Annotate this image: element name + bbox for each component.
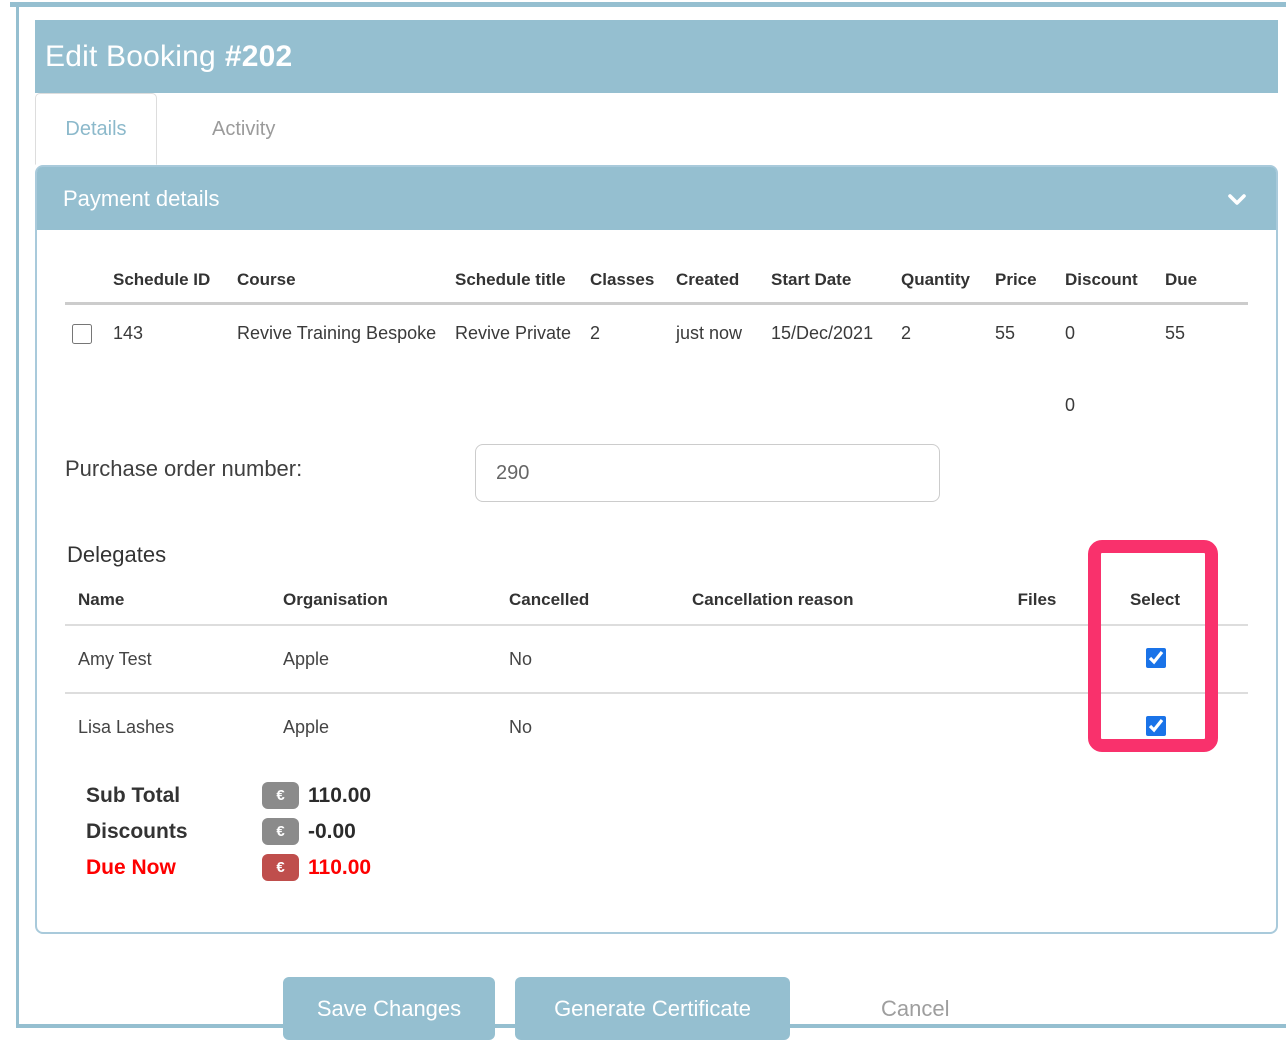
total-amount: 110.00 [308,856,371,880]
table-cell [771,367,901,434]
table-cell: Amy Test [65,625,283,693]
table-cell [113,367,237,434]
column-header: Start Date [771,230,901,304]
edit-booking-page: Edit Booking #202 Details Activity Payme… [35,20,1278,1040]
page-border-top [10,2,1286,7]
table-cell [590,367,676,434]
table-cell: just now [676,304,771,368]
total-label: Sub Total [65,784,262,808]
column-header: Created [676,230,771,304]
delegates-table-header-row: NameOrganisationCancelledCancellation re… [65,582,1248,625]
table-cell: 2 [590,304,676,368]
column-header: Select [1092,582,1248,625]
delegates-section: Delegates NameOrganisationCancelledCance… [65,542,1248,760]
table-cell: Apple [283,693,509,760]
table-cell [692,693,982,760]
page-border-left [16,6,19,1027]
column-header: Classes [590,230,676,304]
table-cell: Revive Private [455,304,590,368]
column-header: Name [65,582,283,625]
table-cell: 55 [995,304,1065,368]
column-header: Files [982,582,1092,625]
total-amount: -0.00 [308,820,356,844]
chevron-down-icon[interactable] [1224,186,1250,212]
table-cell [1092,693,1248,760]
table-cell [455,367,590,434]
cancel-button[interactable]: Cancel [875,995,955,1023]
column-header: Course [237,230,455,304]
column-header [65,230,113,304]
table-row: Lisa LashesAppleNo [65,693,1248,760]
totals-section: Sub Total€110.00Discounts€-0.00Due Now€1… [65,782,1248,881]
booking-number: #202 [225,40,293,74]
total-amount: 110.00 [308,784,371,808]
column-header: Cancellation reason [692,582,982,625]
schedule-select-checkbox[interactable] [72,324,92,344]
purchase-order-row: Purchase order number: [65,444,1248,502]
page-title: Edit Booking #202 [35,20,1278,93]
table-cell [692,625,982,693]
tab-activity[interactable]: Activity [182,93,305,165]
table-cell [995,367,1065,434]
column-header: Discount [1065,230,1165,304]
total-label: Due Now [65,856,262,880]
column-header: Schedule title [455,230,590,304]
tab-bar: Details Activity [35,93,1278,165]
purchase-order-input[interactable] [475,444,940,502]
table-cell: 0 [1065,367,1165,434]
table-row: 143Revive Training BespokeRevive Private… [65,304,1248,368]
euro-icon: € [262,818,299,845]
delegate-select-checkbox[interactable] [1146,648,1166,668]
payment-table: Schedule IDCourseSchedule titleClassesCr… [65,230,1248,434]
purchase-order-label: Purchase order number: [65,456,475,482]
table-cell: No [509,693,692,760]
table-cell [901,367,995,434]
panel-body: Schedule IDCourseSchedule titleClassesCr… [37,230,1276,932]
table-cell: 0 [1065,304,1165,368]
panel-header[interactable]: Payment details [37,167,1276,230]
total-label: Discounts [65,820,262,844]
table-cell: 15/Dec/2021 [771,304,901,368]
table-cell: 2 [901,304,995,368]
generate-certificate-button[interactable]: Generate Certificate [515,977,790,1040]
save-changes-button[interactable]: Save Changes [283,977,495,1040]
delegates-table: NameOrganisationCancelledCancellation re… [65,582,1248,760]
delegates-heading: Delegates [67,542,1248,568]
euro-icon: € [262,854,299,881]
table-cell [65,367,113,434]
total-row: Discounts€ -0.00 [65,818,1248,845]
table-cell [1165,367,1248,434]
column-header: Organisation [283,582,509,625]
table-cell [237,367,455,434]
page-title-text: Edit Booking [45,40,216,74]
payment-details-panel: Payment details Schedule IDCourseSchedul… [35,165,1278,934]
footer-actions: Save Changes Generate Certificate Cancel [283,977,1278,1040]
column-header: Quantity [901,230,995,304]
euro-icon: € [262,782,299,809]
tab-details[interactable]: Details [35,93,157,165]
table-row: Amy TestAppleNo [65,625,1248,693]
column-header: Price [995,230,1065,304]
table-cell [982,625,1092,693]
table-cell: 143 [113,304,237,368]
table-cell: Lisa Lashes [65,693,283,760]
total-row: Sub Total€110.00 [65,782,1248,809]
table-cell: Apple [283,625,509,693]
delegate-select-checkbox[interactable] [1146,716,1166,736]
column-header: Schedule ID [113,230,237,304]
table-cell: 55 [1165,304,1248,368]
column-header: Due [1165,230,1248,304]
table-cell: No [509,625,692,693]
panel-header-label: Payment details [63,186,220,212]
total-row: Due Now€110.00 [65,854,1248,881]
table-cell [1092,625,1248,693]
table-row: 0 [65,367,1248,434]
column-header: Cancelled [509,582,692,625]
table-cell: Revive Training Bespoke [237,304,455,368]
table-cell [65,304,113,368]
payment-table-header-row: Schedule IDCourseSchedule titleClassesCr… [65,230,1248,304]
table-cell [676,367,771,434]
table-cell [982,693,1092,760]
